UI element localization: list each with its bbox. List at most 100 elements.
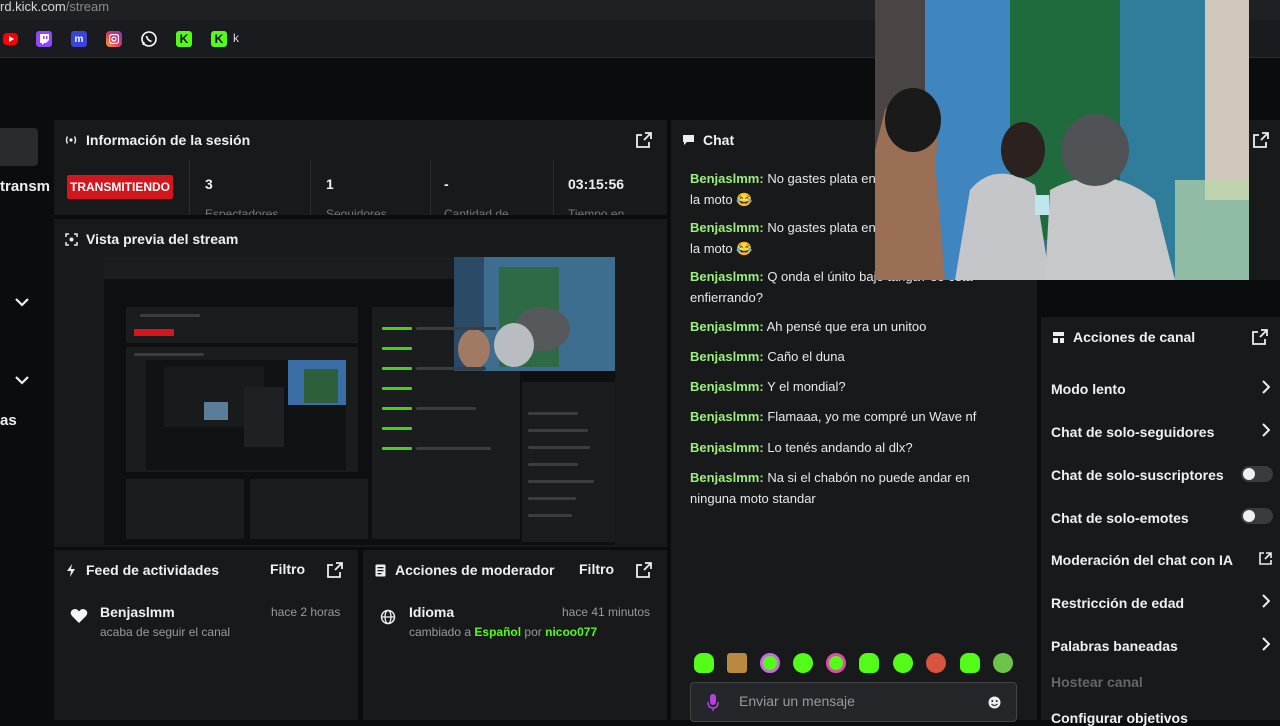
preview-line <box>382 347 412 350</box>
emote-button[interactable] <box>727 653 747 673</box>
chat-bubble-icon <box>681 133 695 147</box>
emote-button[interactable] <box>960 653 980 673</box>
emoji-icon[interactable] <box>988 696 1001 709</box>
chevron-right-icon[interactable] <box>1262 637 1270 651</box>
preview-line <box>416 407 476 410</box>
stat-time-label: Tiempo en <box>568 207 625 215</box>
action-configure-goals[interactable]: Configurar objetivos <box>1051 710 1271 726</box>
channel-actions-title: Acciones de canal <box>1073 329 1196 345</box>
preview-line <box>382 387 412 390</box>
instagram-icon[interactable] <box>106 31 122 47</box>
action-banned-words[interactable]: Palabras baneadas <box>1051 638 1271 654</box>
mod-item-by: por <box>524 625 542 639</box>
popout-icon[interactable] <box>636 562 652 578</box>
preview-line <box>528 514 572 517</box>
toggle-knob <box>1243 510 1255 522</box>
feed-item-action: acaba de seguir el canal <box>100 625 231 639</box>
sidebar-label[interactable]: as <box>0 412 17 429</box>
chat-message[interactable]: Benjaslmm: Ah pensé que era un unitoo <box>690 316 990 337</box>
chat-message-input[interactable] <box>739 693 979 709</box>
preview-line <box>382 327 412 330</box>
stat-followers-value: 1 <box>326 176 334 192</box>
chat-username[interactable]: Benjaslmm: <box>690 269 764 284</box>
m-icon[interactable]: m <box>71 31 87 47</box>
divider <box>430 160 431 215</box>
activity-feed-title: Feed de actividades <box>86 562 220 578</box>
popout-icon[interactable] <box>327 562 343 578</box>
chevron-down-icon[interactable] <box>14 297 30 307</box>
emote-button[interactable] <box>859 653 879 673</box>
kick-icon[interactable]: K <box>176 31 192 47</box>
action-subscribers-only: Chat de solo-suscriptores <box>1051 467 1224 483</box>
bookmark-label[interactable]: k <box>233 31 239 45</box>
popout-icon[interactable] <box>1252 329 1268 345</box>
mod-item-user[interactable]: nicoo077 <box>545 625 597 639</box>
channel-actions-header: Acciones de canal <box>1041 317 1280 357</box>
preview-line <box>382 407 412 410</box>
action-ai-moderation[interactable]: Moderación del chat con IA <box>1051 552 1271 568</box>
chat-message[interactable]: Benjaslmm: Y el mondial? <box>690 376 990 397</box>
feed-item-user[interactable]: Benjaslmm <box>100 604 175 620</box>
chat-input-box[interactable] <box>690 682 1017 722</box>
emote-button[interactable] <box>694 653 714 673</box>
emote-button[interactable] <box>760 653 780 673</box>
preview-line <box>528 463 578 466</box>
channel-icon <box>1051 330 1065 344</box>
chat-message[interactable]: Benjaslmm: Lo tenés andando al dlx? <box>690 437 990 458</box>
url-text[interactable]: rd.kick.com/stream <box>0 0 109 14</box>
chat-message[interactable]: Benjaslmm: Flamaaa, yo me compré un Wave… <box>690 406 990 427</box>
action-followers-only[interactable]: Chat de solo-seguidores <box>1051 424 1271 440</box>
divider <box>189 160 190 215</box>
chat-username[interactable]: Benjaslmm: <box>690 440 764 455</box>
chat-message[interactable]: Benjaslmm: Na si el chabón no puede anda… <box>690 467 990 509</box>
whatsapp-icon[interactable] <box>141 31 157 47</box>
kick-icon[interactable]: K <box>211 31 227 47</box>
stream-preview-video[interactable] <box>104 257 615 545</box>
sidebar-button[interactable] <box>0 128 38 166</box>
chat-username[interactable]: Benjaslmm: <box>690 349 764 364</box>
emotes-only-toggle[interactable] <box>1241 508 1273 524</box>
chat-title: Chat <box>703 132 735 148</box>
sidebar-label[interactable]: transm <box>0 178 50 195</box>
chevron-down-icon[interactable] <box>14 375 30 385</box>
action-emotes-only: Chat de solo-emotes <box>1051 510 1189 526</box>
action-slow-mode[interactable]: Modo lento <box>1051 381 1271 397</box>
webcam-overlay <box>875 0 1249 280</box>
microphone-icon[interactable] <box>707 694 719 712</box>
preview-line <box>382 447 412 450</box>
mod-filter-button[interactable]: Filtro <box>579 561 614 577</box>
preview-line <box>528 429 588 432</box>
chat-message[interactable]: Benjaslmm: Caño el duna <box>690 346 990 367</box>
feed-filter-button[interactable]: Filtro <box>270 561 305 577</box>
preview-line <box>382 427 412 430</box>
document-icon <box>373 563 387 577</box>
stat-count-label: Cantidad de <box>444 207 509 215</box>
emote-button[interactable] <box>793 653 813 673</box>
chat-username[interactable]: Benjaslmm: <box>690 470 764 485</box>
emote-button[interactable] <box>993 653 1013 673</box>
stat-count-value: - <box>444 176 449 192</box>
feed-item-time: hace 2 horas <box>271 605 341 619</box>
chevron-right-icon[interactable] <box>1262 594 1270 608</box>
chevron-right-icon[interactable] <box>1262 380 1270 394</box>
chat-username[interactable]: Benjaslmm: <box>690 409 764 424</box>
chat-username[interactable]: Benjaslmm: <box>690 171 764 186</box>
chevron-right-icon[interactable] <box>1262 423 1270 437</box>
popout-icon[interactable] <box>636 132 652 148</box>
emote-button[interactable] <box>826 653 846 673</box>
session-info-title: Información de la sesión <box>86 132 251 148</box>
twitch-icon[interactable] <box>36 31 52 47</box>
emote-button[interactable] <box>926 653 946 673</box>
preview-line <box>528 446 590 449</box>
popout-icon[interactable] <box>1253 132 1269 148</box>
chat-username[interactable]: Benjaslmm: <box>690 319 764 334</box>
emote-button[interactable] <box>893 653 913 673</box>
youtube-icon[interactable] <box>3 33 18 45</box>
external-link-icon[interactable] <box>1259 552 1272 565</box>
action-age-restriction[interactable]: Restricción de edad <box>1051 595 1271 611</box>
subscribers-only-toggle[interactable] <box>1241 466 1273 482</box>
chat-username[interactable]: Benjaslmm: <box>690 220 764 235</box>
action-host-channel[interactable]: Hostear canal <box>1051 674 1271 690</box>
preview-line <box>140 314 200 317</box>
chat-username[interactable]: Benjaslmm: <box>690 379 764 394</box>
